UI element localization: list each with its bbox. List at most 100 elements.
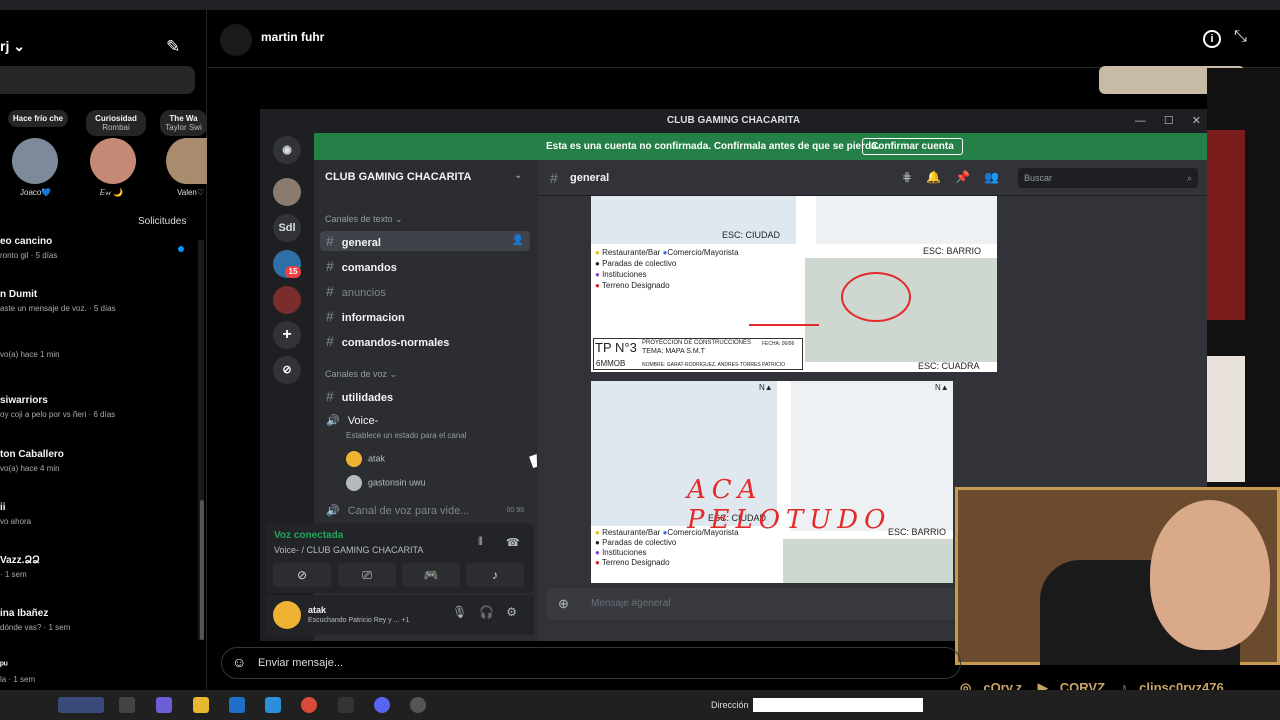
shared-photo[interactable] xyxy=(1207,356,1245,482)
voice-user[interactable]: atak xyxy=(346,451,385,467)
channel-status[interactable]: Establece un estado para el canal xyxy=(346,431,467,440)
soundboard-button[interactable]: ♪ xyxy=(466,563,524,587)
chevron-down-icon[interactable]: ⌄ xyxy=(514,170,522,181)
text-channels-category[interactable]: Canales de texto ⌄ xyxy=(325,214,403,225)
address-toolbar-input[interactable] xyxy=(753,698,923,712)
scale-label: ESC: CIUDAD xyxy=(722,230,781,240)
maximize-icon[interactable]: ☐ xyxy=(1164,115,1174,127)
noise-suppression-icon[interactable]: ⦀ xyxy=(478,536,483,549)
capcut-icon[interactable] xyxy=(338,697,354,713)
copilot-icon[interactable] xyxy=(58,697,104,713)
chat-row[interactable]: vo(a) hace 1 min xyxy=(0,346,200,359)
channel-utilidades[interactable]: # utilidades xyxy=(320,386,530,406)
headphones-icon[interactable]: 🎧 xyxy=(479,605,494,619)
screen-share-button[interactable]: ⎚ xyxy=(338,563,396,587)
store-icon[interactable] xyxy=(265,697,281,713)
note-bubble[interactable]: The Wa Taylor Swi xyxy=(160,110,207,136)
user-name[interactable]: atak xyxy=(308,605,326,615)
chat-name: ina Ibañez xyxy=(0,608,49,619)
chat-row[interactable]: ton Caballero vo(a) hace 4 min xyxy=(0,449,200,473)
legend-dot-icon: ● xyxy=(595,248,600,257)
scrollbar-thumb[interactable] xyxy=(200,500,204,640)
chat-row[interactable]: n Dumit aste un mensaje de voz. · 5 días xyxy=(0,289,200,313)
minimize-icon[interactable]: — xyxy=(1135,115,1146,127)
minimize-chat-icon[interactable]: ⤡ xyxy=(1234,28,1247,46)
message-image[interactable]: N▲ N▲ ESC: CIUDAD ESC: BARRIO ● Restaura… xyxy=(591,381,953,583)
avatar[interactable] xyxy=(273,601,301,629)
server-icon[interactable]: Sdl xyxy=(273,214,301,242)
info-icon[interactable]: i xyxy=(1203,30,1221,48)
requests-link[interactable]: Solicitudes xyxy=(138,216,186,227)
voice-channel[interactable]: 🔊 Voice- xyxy=(320,411,530,431)
chat-row[interactable]: ina Ibañez dónde vas? · 1 sem xyxy=(0,608,200,632)
chat-row[interactable]: ii vo ahora xyxy=(0,502,200,526)
emoji-icon[interactable]: ☺ xyxy=(232,654,246,670)
activity-button[interactable]: 🎮 xyxy=(402,563,460,587)
chat-name: ᵖᵘ xyxy=(0,660,8,671)
note-bubble[interactable]: Hace frío che xyxy=(8,110,68,127)
obs-icon[interactable] xyxy=(410,697,426,713)
task-view-icon[interactable] xyxy=(119,697,135,713)
note-sub: Taylor Swi xyxy=(165,123,202,132)
channel-comandos[interactable]: # comandos xyxy=(320,256,530,276)
gear-icon[interactable]: ⚙ xyxy=(506,605,517,619)
taskbar xyxy=(0,690,1280,720)
voice-channels-category[interactable]: Canales de voz ⌄ xyxy=(325,369,397,380)
file-explorer-icon[interactable] xyxy=(193,697,209,713)
close-icon[interactable]: ✕ xyxy=(1192,115,1201,127)
threads-icon[interactable]: ⋕ xyxy=(902,170,912,184)
instagram-username[interactable]: rj ⌄ xyxy=(0,38,25,55)
members-icon[interactable]: 👥 xyxy=(984,170,999,184)
theme-label: TEMA: MAPA S.M.T xyxy=(642,348,705,355)
discord-home-icon[interactable]: ◉ xyxy=(273,136,301,164)
discord-taskbar-icon[interactable] xyxy=(374,697,390,713)
avatar[interactable] xyxy=(220,24,252,56)
voice-connected-status[interactable]: Voz conectada xyxy=(274,530,343,541)
contact-name[interactable]: martin fuhr xyxy=(261,30,324,44)
voice-channel[interactable]: 🔊 Canal de voz para vide... 00 99 xyxy=(320,501,530,521)
story-avatar[interactable] xyxy=(166,138,207,184)
chat-row[interactable]: ᵖᵘ la · 1 sem xyxy=(0,660,200,684)
voice-location[interactable]: Voice- / CLUB GAMING CHACARITA xyxy=(274,545,423,555)
explore-icon[interactable]: ⊘ xyxy=(273,356,301,384)
shared-photo[interactable] xyxy=(1207,130,1245,320)
message-placeholder: Enviar mensaje... xyxy=(258,657,343,669)
chat-row[interactable]: eo cancino ronto gil · 5 días xyxy=(0,236,200,260)
webcam-face xyxy=(1150,500,1270,650)
chat-preview: dónde vas? · 1 sem xyxy=(0,623,71,632)
compose-icon[interactable]: ✎ xyxy=(166,38,184,56)
legend-item: ● Paradas de colectivo xyxy=(595,259,676,268)
chat-row[interactable]: Vazz.ՁՁ · 1 sem xyxy=(0,555,200,579)
story-avatar[interactable] xyxy=(90,138,136,184)
red-arrow-annotation xyxy=(749,324,819,326)
chat-row[interactable]: siwarriors oy coji a pelo por vs ñeri · 6… xyxy=(0,395,200,419)
guild-name[interactable]: CLUB GAMING CHACARITA xyxy=(325,171,471,183)
copilot-app-icon[interactable] xyxy=(156,697,172,713)
server-icon[interactable] xyxy=(273,178,301,206)
pin-icon[interactable]: 📌 xyxy=(955,170,970,184)
channel-anuncios[interactable]: # anuncios xyxy=(320,281,530,301)
channel-informacion[interactable]: # informacion xyxy=(320,306,530,326)
story-avatar[interactable] xyxy=(12,138,58,184)
note-bubble[interactable]: Curiosidad Rombai xyxy=(86,110,146,136)
message-image[interactable]: ESC: CIUDAD ESC: BARRIO ● Restaurante/Ba… xyxy=(591,196,997,372)
invite-icon[interactable]: 👤 xyxy=(512,231,524,251)
camera-button[interactable]: ⊘ xyxy=(273,563,331,587)
channel-general[interactable]: # general 👤 xyxy=(320,231,530,251)
user-count: 00 xyxy=(506,507,515,514)
microphone-icon[interactable]: 🎙 xyxy=(452,605,467,619)
search-input[interactable]: Buscar ⌕ xyxy=(1018,168,1198,188)
confirm-account-button[interactable]: Confirmar cuenta xyxy=(862,138,963,155)
channel-comandos-normales[interactable]: # comandos-normales xyxy=(320,331,530,351)
outlook-icon[interactable] xyxy=(229,697,245,713)
add-server-icon[interactable]: + xyxy=(273,321,301,349)
inbox-search-input[interactable] xyxy=(0,66,195,94)
unconfirmed-account-banner: Esta es una cuenta no confirmada. Confír… xyxy=(314,133,1207,160)
voice-user[interactable]: gastonsin uwu xyxy=(346,475,426,491)
legend-label: Comercio/Mayorista xyxy=(667,248,739,257)
add-attachment-icon[interactable]: ⊕ xyxy=(558,596,569,612)
chrome-icon[interactable] xyxy=(301,697,317,713)
server-icon[interactable] xyxy=(273,286,301,314)
disconnect-icon[interactable]: ☎ xyxy=(506,536,520,549)
bell-icon[interactable]: 🔔 xyxy=(926,170,941,184)
